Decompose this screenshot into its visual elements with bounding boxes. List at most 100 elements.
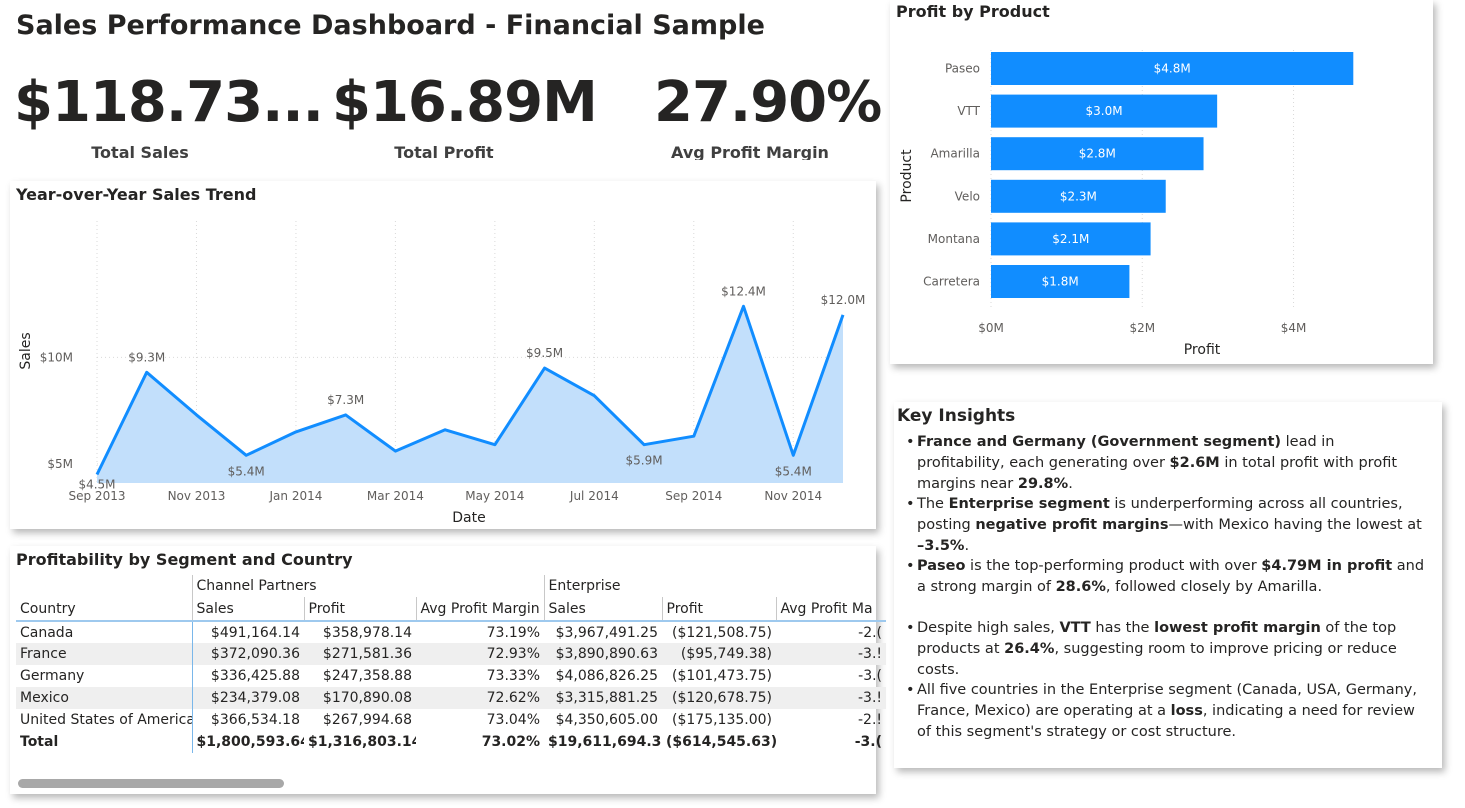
column-header-sales[interactable]: Sales (543, 597, 663, 622)
value-cell: 73.02% (481, 734, 541, 750)
bullet-icon: • (906, 496, 915, 512)
category-label: VTT (957, 104, 980, 118)
bar-data-label: $1.8M (1042, 275, 1079, 289)
y-axis-title: Sales (18, 332, 34, 369)
column-header-profit[interactable]: Profit (303, 597, 416, 622)
sales-trend-chart[interactable]: $4.5M$9.3M$5.4M$7.3M$9.5M$5.9M$12.4M$5.4… (10, 181, 876, 529)
sales-data-label: $5.9M (626, 454, 663, 468)
kpi-value: 27.90% (654, 70, 882, 135)
total-row[interactable]: Total $1,800,593.64 $1,316,803.14 73.02% $19… (16, 731, 886, 753)
value-cell: ($120,678.75) (662, 687, 777, 709)
category-label: Carretera (923, 275, 980, 289)
country-cell: France (16, 643, 192, 665)
bar-data-label: $2.8M (1079, 147, 1116, 161)
value-cell: $366,534.18 (191, 709, 304, 731)
value-cell: ($121,508.75) (672, 624, 773, 641)
key-insights-card: Key Insights • France and Germany (Govern… (894, 402, 1442, 768)
value-cell: ($175,135.00) (672, 712, 773, 728)
profit-by-product-card[interactable]: Profit by Product $4.8M Paseo $3.0M VTT $2.8… (890, 0, 1433, 364)
sales-data-label: $12.4M (721, 284, 766, 298)
column-header-avg-profit-margin[interactable]: Avg Profit Margin (415, 597, 545, 622)
horizontal-scrollbar[interactable] (18, 779, 284, 788)
table-row[interactable]: Canada $491,164.14 $358,978.14 73.19% $3,967… (16, 621, 886, 643)
table-row[interactable]: France $372,090.36 $271,581.36 72.93% $3,890… (16, 643, 887, 665)
value-cell: -3.! (776, 643, 887, 665)
profit-by-product-chart[interactable]: $4.8M Paseo $3.0M VTT $2.8M Amarilla $2.3M Velo… (890, 0, 1433, 364)
product-bar-carretera[interactable]: $1.8M Carretera (923, 265, 1130, 298)
value-cell: $3,967,491.25 (555, 624, 659, 641)
category-label: Amarilla (930, 147, 980, 161)
kpi-value: $16.89M (332, 70, 598, 135)
column-header-sales[interactable]: Sales (191, 597, 304, 622)
value-cell: $491,164.14 (191, 621, 304, 643)
sales-data-label: $12.0M (821, 293, 866, 307)
profitability-matrix[interactable]: Channel Partners Enterprise Country Sale… (16, 575, 887, 753)
x-tick-label: Nov 2013 (168, 489, 226, 503)
insight-item: • Paseo is the top-performing product wit… (906, 558, 1425, 595)
x-axis-title: Profit (1184, 342, 1221, 358)
bar-data-label: $3.0M (1086, 104, 1123, 118)
dashboard-title: Sales Performance Dashboard - Financial … (16, 10, 765, 41)
insight-item: • Despite high sales, VTT has the lowest … (906, 620, 1397, 678)
product-bar-amarilla[interactable]: $2.8M Amarilla (930, 137, 1204, 171)
x-tick-label: $2M (1129, 321, 1155, 335)
value-cell: -3.( (858, 668, 883, 684)
group-header-enterprise[interactable]: Enterprise (543, 575, 887, 597)
x-tick-label: Jan 2014 (269, 489, 323, 503)
value-cell: -2.! (857, 712, 883, 728)
sales-data-label: $5.4M (228, 464, 265, 478)
category-label: Velo (955, 189, 980, 203)
sales-trend-card[interactable]: Year-over-Year Sales Trend $4.5M $9.3M $5.… (10, 181, 876, 529)
table-row[interactable]: United States of America $366,534.18 $267,… (16, 709, 886, 731)
value-cell: -3.( (854, 734, 883, 750)
insight-item: • The Enterprise segment is underperformi… (906, 496, 1422, 554)
y-axis-title: Product (899, 149, 915, 203)
value-cell: $1,316,803.14 (308, 734, 416, 750)
column-header-avg-profit-margin[interactable]: Avg Profit Ma (775, 597, 887, 622)
value-cell: 73.33% (486, 668, 541, 684)
x-tick-label: May 2014 (465, 489, 524, 503)
product-bar-velo[interactable]: $2.3M Velo (955, 179, 1166, 213)
bullet-icon: • (906, 682, 915, 698)
sales-data-label: $9.5M (526, 346, 563, 360)
country-cell: Mexico (16, 687, 192, 709)
value-cell: 72.93% (416, 643, 545, 665)
x-axis-title: Date (452, 510, 485, 526)
country-cell: Total (20, 734, 59, 750)
x-tick-label: $4M (1281, 321, 1307, 335)
value-cell: $170,890.08 (304, 687, 416, 709)
table-row[interactable]: Mexico $234,379.08 $170,890.08 72.62% $3,315… (16, 687, 887, 709)
value-cell: ($614,545.63) (666, 734, 777, 750)
country-cell: Canada (20, 624, 74, 641)
table-row[interactable]: Germany $336,425.88 $247,358.88 73.33% $4,08… (16, 665, 886, 687)
x-tick-label: Sep 2014 (665, 489, 722, 503)
group-header-channel-partners[interactable]: Channel Partners (191, 575, 545, 597)
product-bar-paseo[interactable]: $4.8M Paseo (945, 52, 1354, 85)
sales-area-fill (97, 306, 843, 483)
x-tick-label: $0M (978, 321, 1004, 335)
x-tick-label: Nov 2014 (764, 489, 822, 503)
sales-data-label: $7.3M (327, 393, 364, 407)
key-insights-title: Key Insights (897, 406, 1016, 426)
x-tick-label: Sep 2013 (69, 489, 126, 503)
value-cell: $1,800,593.64 (191, 731, 304, 753)
product-bar-montana[interactable]: $2.1M Montana (928, 222, 1151, 256)
insight-item: • France and Germany (Government segment)… (906, 434, 1398, 492)
value-cell: -2.( (858, 624, 883, 641)
value-cell: $19,611,694.38 (548, 734, 663, 750)
value-cell: $267,994.68 (322, 712, 412, 728)
value-cell: $4,086,826.25 (555, 668, 659, 684)
value-cell: $358,978.14 (322, 624, 412, 641)
value-cell: -3.! (776, 687, 887, 709)
bar-data-label: $4.8M (1154, 62, 1191, 76)
value-cell: $336,425.88 (191, 665, 304, 687)
product-bar-vtt[interactable]: $3.0M VTT (957, 94, 1218, 128)
column-header-profit[interactable]: Profit (661, 597, 777, 622)
country-cell: Germany (20, 668, 85, 684)
bar-data-label: $2.1M (1052, 232, 1089, 246)
value-cell: 73.04% (486, 712, 541, 728)
column-header-country[interactable]: Country (16, 597, 192, 622)
y-tick-label: $10M (40, 350, 73, 364)
bullet-icon: • (906, 434, 915, 450)
kpi-label: Total Profit (394, 143, 494, 162)
